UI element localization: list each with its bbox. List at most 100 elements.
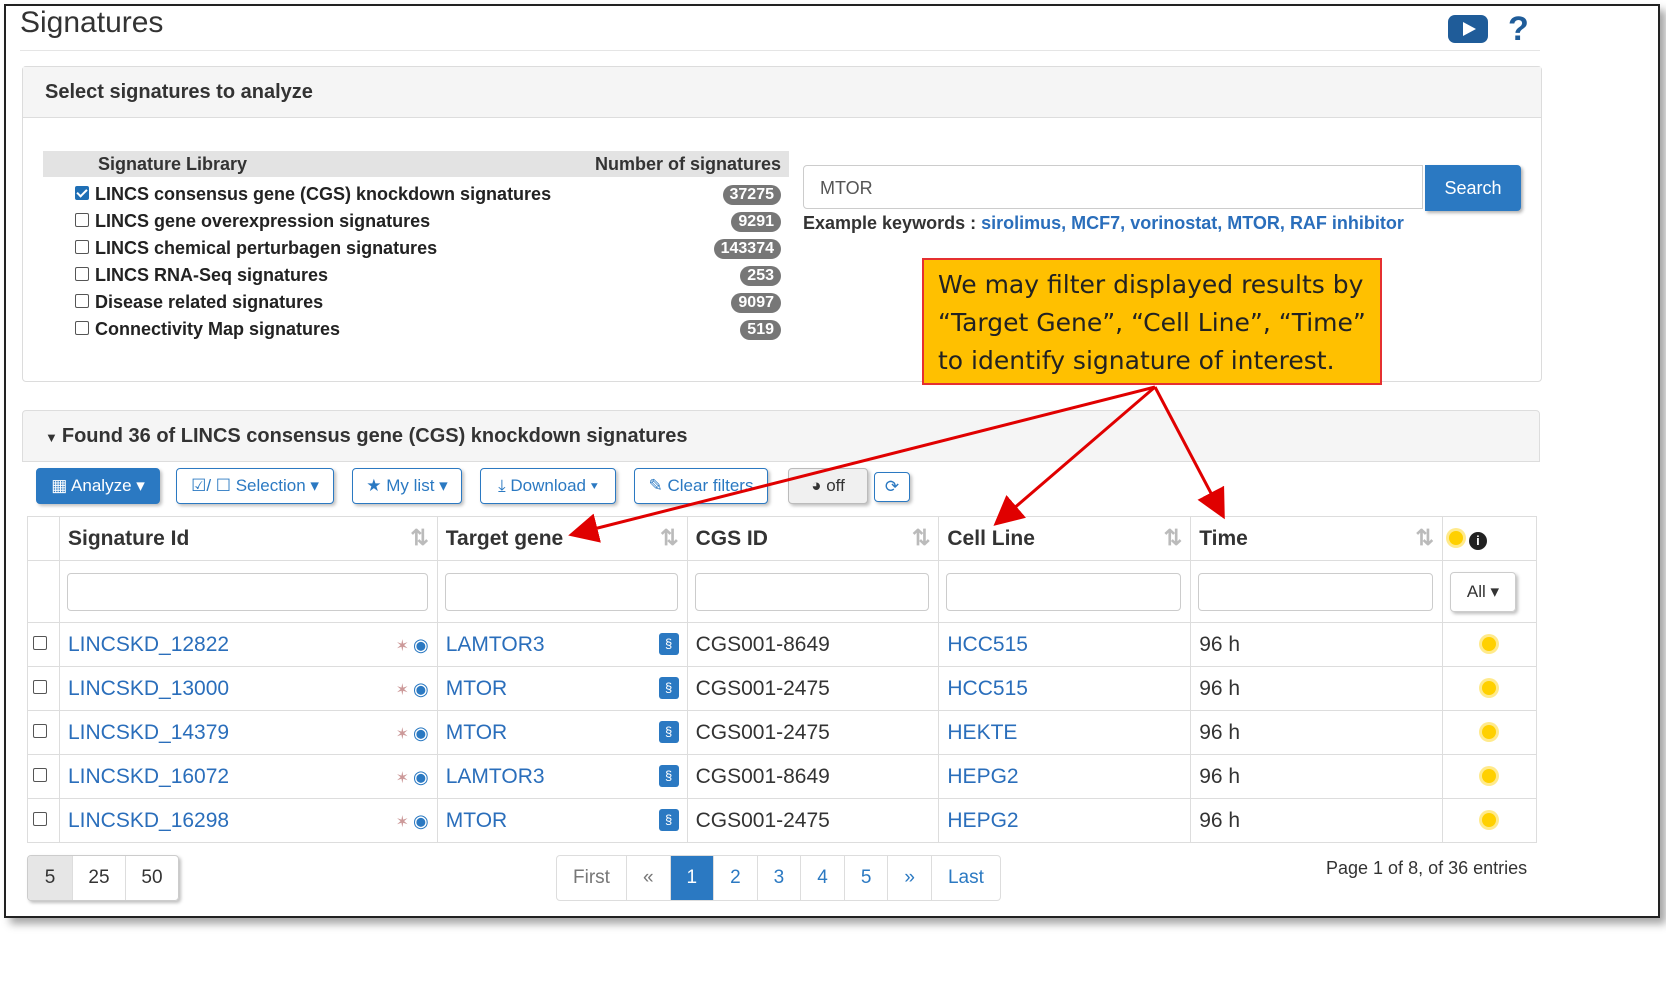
library-checkbox[interactable]	[75, 294, 89, 309]
search-input[interactable]: MTOR	[803, 165, 1423, 209]
row-checkbox[interactable]	[33, 679, 48, 694]
sun-icon	[1448, 530, 1463, 545]
filter-all-dropdown[interactable]: All ▾	[1449, 571, 1516, 612]
library-checkbox[interactable]	[75, 240, 89, 255]
page-size-option[interactable]: 25	[73, 856, 126, 900]
info-icon[interactable]: i	[1468, 531, 1487, 550]
target-gene-link[interactable]: LAMTOR3	[446, 633, 545, 656]
library-checkbox[interactable]	[75, 213, 89, 228]
signature-id-link[interactable]: LINCSKD_16298	[68, 809, 229, 832]
row-checkbox[interactable]	[33, 635, 48, 650]
dna-icon[interactable]: §	[658, 765, 679, 787]
col-header-cgs-id[interactable]: CGS ID ⇅	[686, 516, 940, 561]
signature-id-link[interactable]: LINCSKD_12822	[68, 633, 229, 656]
keyword-link[interactable]: sirolimus	[981, 213, 1061, 233]
col-header-time[interactable]: Time ⇅	[1190, 516, 1443, 561]
search-button[interactable]: Search	[1425, 165, 1521, 211]
sort-icon[interactable]: ⇅	[660, 525, 678, 551]
analyze-button[interactable]: ▦ Analyze ▾	[36, 468, 160, 504]
keyword-link[interactable]: MTOR	[1227, 213, 1280, 233]
library-row[interactable]: LINCS RNA-Seq signatures 253	[75, 265, 781, 292]
page-size-option[interactable]: 5	[28, 856, 73, 900]
library-checkbox[interactable]	[75, 321, 89, 336]
results-heading-text: Found 36 of LINCS consensus gene (CGS) k…	[61, 425, 688, 447]
library-checkbox[interactable]	[75, 267, 89, 282]
download-button[interactable]: ⤓ Download ▾	[480, 468, 616, 504]
eye-icon[interactable]: ◉	[413, 723, 429, 743]
target-gene-link[interactable]: MTOR	[446, 721, 507, 744]
results-panel-heading[interactable]: ▼ Found 36 of LINCS consensus gene (CGS) …	[22, 410, 1540, 462]
page-number[interactable]: 5	[845, 856, 889, 900]
youtube-icon[interactable]	[1448, 15, 1488, 43]
page-size-option[interactable]: 50	[126, 856, 178, 900]
filter-signature-id-input[interactable]	[66, 572, 428, 611]
target-gene-link[interactable]: MTOR	[446, 677, 507, 700]
col-header-signature-id[interactable]: Signature Id ⇅	[58, 516, 438, 561]
target-gene-link[interactable]: LAMTOR3	[446, 765, 545, 788]
library-row[interactable]: LINCS consensus gene (CGS) knockdown sig…	[75, 184, 781, 211]
sort-icon[interactable]: ⇅	[912, 525, 930, 551]
library-checkbox[interactable]	[75, 186, 89, 201]
page-number[interactable]: 3	[758, 856, 802, 900]
network-icon[interactable]: ✶	[396, 814, 409, 831]
page-prev[interactable]: «	[627, 856, 671, 900]
cell-line-link[interactable]: HCC515	[947, 633, 1028, 656]
cell-line-link[interactable]: HCC515	[947, 677, 1028, 700]
target-gene-link[interactable]: MTOR	[446, 809, 507, 832]
chart-toggle-button[interactable]: ◕ off	[788, 468, 868, 504]
page-number[interactable]: 4	[801, 856, 845, 900]
help-icon[interactable]: ?	[1508, 10, 1529, 49]
row-checkbox[interactable]	[33, 811, 48, 826]
mylist-button[interactable]: ★ My list ▾	[352, 468, 462, 504]
cell-line-link[interactable]: HEPG2	[947, 765, 1018, 788]
page-title: Signatures	[20, 6, 164, 39]
dna-icon[interactable]: §	[658, 633, 679, 655]
keyword-link[interactable]: RAF inhibitor	[1290, 213, 1404, 233]
eye-icon[interactable]: ◉	[413, 811, 429, 831]
sort-icon[interactable]: ⇅	[1164, 525, 1182, 551]
time-cell: 96 h	[1190, 754, 1443, 799]
signature-id-link[interactable]: LINCSKD_16072	[68, 765, 229, 788]
cgs-id-cell: CGS001-2475	[686, 666, 940, 711]
keyword-link[interactable]: MCF7	[1071, 213, 1120, 233]
page-last[interactable]: Last	[932, 856, 1000, 900]
sort-icon[interactable]: ⇅	[410, 525, 428, 551]
network-icon[interactable]: ✶	[396, 638, 409, 655]
network-icon[interactable]: ✶	[396, 770, 409, 787]
clear-filters-button[interactable]: ✎ Clear filters	[634, 468, 768, 504]
filter-cgs-id-input[interactable]	[694, 572, 930, 611]
filter-time-input[interactable]	[1198, 572, 1433, 611]
library-row[interactable]: LINCS chemical perturbagen signatures 14…	[75, 238, 781, 265]
filter-target-gene-input[interactable]	[444, 572, 678, 611]
network-icon[interactable]: ✶	[396, 726, 409, 743]
cell-line-link[interactable]: HEKTE	[947, 721, 1017, 744]
selection-button[interactable]: ☑/ ☐ Selection ▾	[176, 468, 334, 504]
refresh-button[interactable]: ⟳	[874, 472, 910, 502]
cell-line-link[interactable]: HEPG2	[947, 809, 1018, 832]
signature-id-link[interactable]: LINCSKD_13000	[68, 677, 229, 700]
sort-icon[interactable]: ⇅	[1416, 525, 1434, 551]
page-number[interactable]: 2	[714, 856, 758, 900]
eye-icon[interactable]: ◉	[413, 679, 429, 699]
row-checkbox[interactable]	[33, 767, 48, 782]
eye-icon[interactable]: ◉	[413, 767, 429, 787]
table-row: LINCSKD_13000 ✶ ◉ MTOR § CGS001-2475 HCC515…	[27, 666, 1538, 711]
library-row[interactable]: Connectivity Map signatures 519	[75, 319, 781, 346]
filter-cell-line-input[interactable]	[946, 572, 1182, 611]
dna-icon[interactable]: §	[658, 677, 679, 699]
row-checkbox[interactable]	[33, 723, 48, 738]
library-row[interactable]: Disease related signatures 9097	[75, 292, 781, 319]
dna-icon[interactable]: §	[658, 809, 679, 831]
signature-id-link[interactable]: LINCSKD_14379	[68, 721, 229, 744]
network-icon[interactable]: ✶	[396, 682, 409, 699]
keyword-link[interactable]: vorinostat	[1130, 213, 1217, 233]
eye-icon[interactable]: ◉	[413, 635, 429, 655]
col-header-cell-line[interactable]: Cell Line ⇅	[938, 516, 1192, 561]
sun-icon	[1482, 636, 1497, 651]
page-first[interactable]: First	[557, 856, 627, 900]
page-next[interactable]: »	[888, 856, 932, 900]
page-number[interactable]: 1	[670, 856, 715, 900]
library-row[interactable]: LINCS gene overexpression signatures 929…	[75, 211, 781, 238]
col-header-target-gene[interactable]: Target gene ⇅	[436, 516, 688, 561]
dna-icon[interactable]: §	[658, 721, 679, 743]
